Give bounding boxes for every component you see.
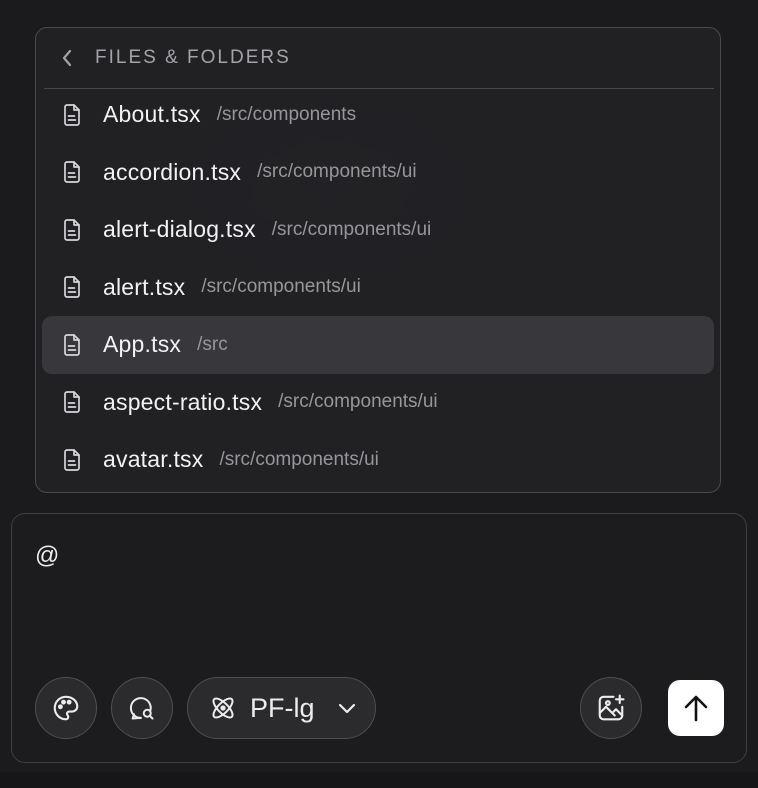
file-name: App.tsx: [103, 331, 182, 358]
chevron-down-icon: [337, 701, 357, 715]
theme-button[interactable]: [35, 677, 97, 739]
message-search-icon: [128, 694, 156, 722]
chat-mode-button[interactable]: [111, 677, 173, 739]
file-text-icon: [62, 448, 82, 472]
file-path: /src/components: [216, 103, 357, 125]
file-text-icon: [62, 160, 82, 184]
file-item[interactable]: avatar.tsx/src/components/ui: [42, 431, 714, 489]
file-text-icon: [62, 390, 82, 414]
file-path: /src: [197, 333, 228, 355]
image-plus-icon: [596, 693, 626, 723]
file-item[interactable]: App.tsx/src: [42, 316, 714, 374]
file-list: About.tsx/src/components accordion.tsx/sr…: [42, 86, 714, 489]
file-name: About.tsx: [103, 101, 201, 128]
file-text-icon: [62, 103, 82, 127]
palette-icon: [51, 693, 81, 723]
file-name: aspect-ratio.tsx: [103, 388, 263, 415]
file-path: /src/components/ui: [278, 391, 438, 413]
popup-title: FILES & FOLDERS: [95, 47, 291, 68]
file-text-icon: [62, 275, 82, 299]
atom-icon: [208, 693, 238, 723]
file-path: /src/components/ui: [271, 218, 432, 240]
file-text-icon: [62, 333, 82, 357]
file-name: avatar.tsx: [103, 446, 204, 473]
file-path: /src/components/ui: [201, 276, 361, 298]
file-name: alert-dialog.tsx: [103, 216, 256, 243]
message-composer: @ PF-lg: [11, 513, 747, 763]
send-button[interactable]: [668, 680, 724, 736]
files-folders-popup: FILES & FOLDERS About.tsx/src/components…: [35, 27, 721, 493]
model-label: PF-lg: [250, 692, 315, 723]
file-item[interactable]: aspect-ratio.tsx/src/components/ui: [42, 374, 714, 432]
message-input[interactable]: @: [35, 542, 59, 570]
file-item[interactable]: alert.tsx/src/components/ui: [42, 259, 714, 317]
file-item[interactable]: alert-dialog.tsx/src/components/ui: [42, 201, 714, 259]
file-text-icon: [62, 218, 82, 242]
file-path: /src/components/ui: [219, 448, 379, 470]
file-path: /src/components/ui: [257, 161, 417, 183]
file-item[interactable]: accordion.tsx/src/components/ui: [42, 144, 714, 202]
popup-header: FILES & FOLDERS: [44, 28, 714, 89]
chevron-left-icon: [61, 49, 73, 67]
add-image-button[interactable]: [580, 677, 642, 739]
back-button[interactable]: [44, 28, 90, 88]
file-name: accordion.tsx: [103, 158, 242, 185]
bottom-edge: [0, 772, 758, 788]
arrow-up-icon: [681, 692, 711, 724]
model-select[interactable]: PF-lg: [187, 677, 376, 739]
file-item[interactable]: About.tsx/src/components: [42, 86, 714, 144]
file-name: alert.tsx: [103, 273, 186, 300]
